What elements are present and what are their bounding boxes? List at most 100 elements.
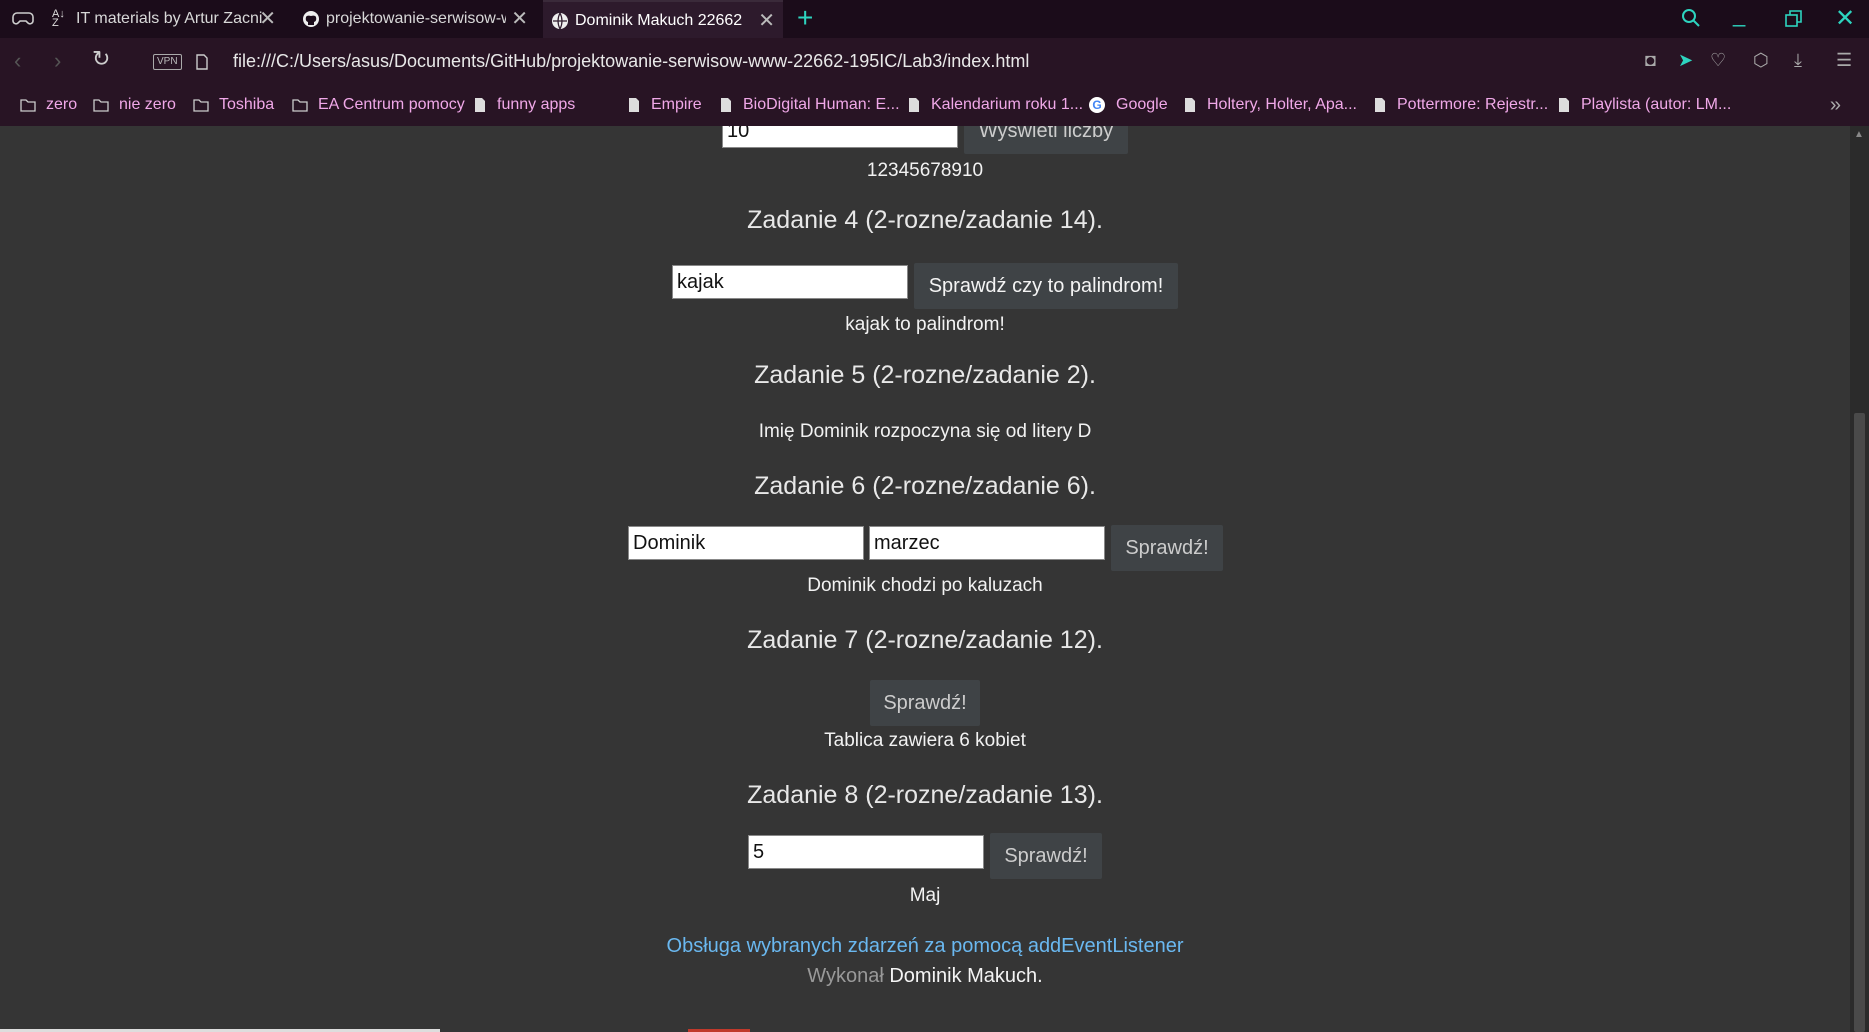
file-icon	[196, 54, 208, 70]
task8-month-number-input[interactable]	[748, 835, 984, 869]
az-sort-icon: A↓ Z	[52, 8, 65, 29]
file-icon	[1559, 98, 1569, 112]
file-icon	[721, 98, 731, 112]
task6-name-input[interactable]	[628, 526, 864, 560]
task4-output: kajak to palindrom!	[845, 314, 1005, 335]
settings-icon[interactable]: ☰	[1836, 50, 1852, 71]
bookmark-label: Google	[1116, 96, 1168, 113]
task6-output: Dominik chodzi po kaluzach	[807, 575, 1043, 596]
bookmark-label: Pottermore: Rejestr...	[1397, 96, 1549, 113]
send-icon[interactable]: ➤	[1678, 50, 1693, 71]
task8-check-button[interactable]: Sprawdź!	[990, 833, 1102, 879]
bookmark-empire[interactable]: Empire	[627, 96, 702, 114]
bookmark-biodigital[interactable]: BioDigital Human: E...	[719, 96, 900, 114]
file-icon	[475, 98, 485, 112]
github-icon	[303, 11, 319, 27]
task4-heading: Zadanie 4 (2-rozne/zadanie 14).	[747, 206, 1103, 234]
file-icon	[1185, 98, 1195, 112]
vpn-badge[interactable]: VPN	[153, 54, 182, 70]
search-icon[interactable]	[1681, 8, 1701, 28]
bookmark-google[interactable]: G Google	[1088, 96, 1168, 114]
scroll-up-icon[interactable]: ▲	[1854, 129, 1864, 140]
task6-heading: Zadanie 6 (2-rozne/zadanie 6).	[754, 472, 1096, 500]
new-tab-button[interactable]: +	[797, 4, 813, 32]
google-icon: G	[1089, 97, 1105, 113]
close-icon[interactable]: ✕	[259, 9, 276, 29]
file-icon	[909, 98, 919, 112]
bookmark-label: zero	[46, 96, 78, 113]
svg-text:G: G	[1092, 98, 1101, 112]
address-bar: ‹ › ↻ VPN file:///C:/Users/asus/Document…	[0, 38, 1869, 86]
task5-heading: Zadanie 5 (2-rozne/zadanie 2).	[754, 361, 1096, 389]
bookmark-label: funny apps	[497, 96, 576, 113]
tab-bar: A↓ Z IT materials by Artur Zacni ✕ projek…	[0, 0, 1869, 40]
gamepad-icon[interactable]	[12, 9, 34, 29]
footer: Wykonał Dominik Makuch.	[0, 965, 1850, 988]
task3-display-button[interactable]: Wyświetl liczby	[964, 126, 1128, 154]
bookmark-kalendarium[interactable]: Kalendarium roku 1...	[907, 96, 1083, 114]
globe-icon	[552, 12, 568, 30]
close-icon[interactable]: ✕	[758, 11, 775, 31]
task4-check-palindrome-button[interactable]: Sprawdź czy to palindrom!	[914, 263, 1178, 309]
bookmark-funny-apps[interactable]: funny apps	[473, 96, 575, 114]
bookmark-zero[interactable]: zero	[20, 96, 77, 114]
folder-icon	[292, 99, 308, 112]
bookmark-toshiba[interactable]: Toshiba	[193, 96, 274, 114]
task7-output: Tablica zawiera 6 kobiet	[824, 730, 1026, 751]
folder-icon	[193, 99, 209, 112]
file-icon	[1375, 98, 1385, 112]
task4-palindrome-input[interactable]	[672, 265, 908, 299]
footer-prefix: Wykonał	[807, 965, 884, 987]
page-content: Wyświetl liczby 12345678910 Zadanie 4 (2…	[0, 126, 1850, 1032]
bookmark-label: nie zero	[119, 96, 176, 113]
bookmark-label: Empire	[651, 96, 702, 113]
tab-it-materials[interactable]: A↓ Z IT materials by Artur Zacni ✕	[52, 0, 284, 38]
scrollbar-thumb[interactable]	[1854, 413, 1865, 1032]
task6-month-input[interactable]	[869, 526, 1105, 560]
reload-icon[interactable]: ↻	[92, 46, 110, 72]
bookmark-pottermore[interactable]: Pottermore: Rejestr...	[1373, 96, 1548, 114]
vertical-scrollbar[interactable]: ▲	[1850, 126, 1869, 1032]
bookmark-label: Kalendarium roku 1...	[931, 96, 1084, 113]
task7-check-button[interactable]: Sprawdź!	[870, 680, 980, 726]
bookmark-ea-centrum[interactable]: EA Centrum pomocy	[292, 96, 465, 114]
bookmark-playlista[interactable]: Playlista (autor: LM...	[1557, 96, 1731, 114]
folder-icon	[93, 99, 109, 112]
camera-icon[interactable]: ◘	[1645, 50, 1656, 71]
footer-author: Dominik Makuch.	[889, 965, 1043, 987]
bookmarks-bar: zero nie zero Toshiba EA Centrum pomocy …	[0, 86, 1869, 127]
chevron-double-right-icon[interactable]: »	[1830, 94, 1841, 117]
task8-heading: Zadanie 8 (2-rozne/zadanie 13).	[747, 781, 1103, 809]
bookmark-label: Holtery, Holter, Apa...	[1207, 96, 1357, 113]
task6-check-button[interactable]: Sprawdź!	[1111, 525, 1223, 571]
tab-dominik-makuch[interactable]: Dominik Makuch 22662 ✕	[543, 0, 783, 40]
close-icon[interactable]: ✕	[511, 9, 528, 29]
back-icon[interactable]: ‹	[14, 48, 21, 74]
restore-icon[interactable]	[1785, 10, 1803, 28]
task7-heading: Zadanie 7 (2-rozne/zadanie 12).	[747, 626, 1103, 654]
task3-number-input[interactable]	[722, 126, 958, 148]
bookmark-label: Playlista (autor: LM...	[1581, 96, 1732, 113]
tab-title: IT materials by Artur Zacni	[76, 10, 263, 27]
folder-icon	[20, 99, 36, 112]
cube-icon[interactable]: ⬡	[1753, 50, 1769, 71]
tab-github-repo[interactable]: projektowanie-serwisow-w ✕	[302, 0, 536, 38]
bookmark-holtery[interactable]: Holtery, Holter, Apa...	[1183, 96, 1357, 114]
bookmark-label: BioDigital Human: E...	[743, 96, 900, 113]
heart-icon[interactable]: ♡	[1710, 50, 1726, 71]
task3-output: 12345678910	[866, 160, 984, 181]
task8-output: Maj	[909, 885, 941, 906]
minimize-icon[interactable]: _	[1733, 2, 1745, 28]
forward-icon[interactable]: ›	[54, 48, 61, 74]
addeventlistener-link[interactable]: Obsługa wybranych zdarzeń za pomocą addE…	[0, 935, 1850, 958]
file-icon	[629, 98, 639, 112]
close-window-icon[interactable]: ✕	[1835, 4, 1855, 33]
tab-title: projektowanie-serwisow-w	[326, 10, 506, 27]
bookmark-label: EA Centrum pomocy	[318, 96, 465, 113]
bookmark-nie-zero[interactable]: nie zero	[93, 96, 176, 114]
tab-title: Dominik Makuch 22662	[575, 12, 743, 29]
url-field[interactable]: file:///C:/Users/asus/Documents/GitHub/p…	[233, 51, 1029, 72]
bookmark-label: Toshiba	[219, 96, 275, 113]
task5-output: Imię Dominik rozpoczyna się od litery D	[758, 421, 1092, 442]
download-icon[interactable]: ⤓	[1794, 50, 1802, 71]
